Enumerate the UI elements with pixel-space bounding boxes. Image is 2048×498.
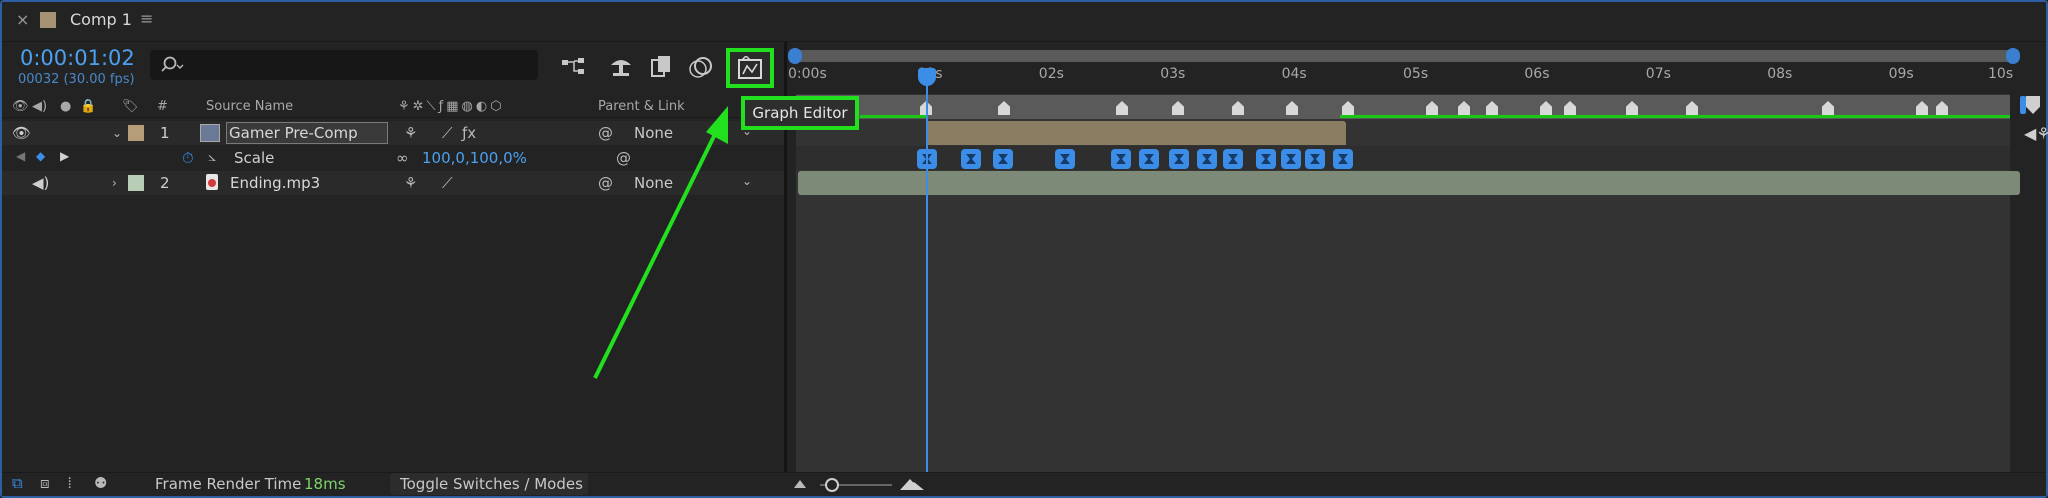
layer-index: 1 — [160, 124, 170, 142]
comp-color-swatch — [40, 12, 56, 28]
layer-name-text[interactable]: Ending.mp3 — [230, 174, 320, 192]
effects-switch-icon[interactable]: ƒx — [462, 124, 476, 142]
layer-number-header[interactable]: # — [157, 99, 168, 114]
layer-switches-toggle-icon[interactable]: ⧉ — [12, 474, 23, 492]
time-navigator-start-handle[interactable] — [788, 48, 802, 64]
in-out-toggle-icon[interactable]: ⦙ — [68, 474, 71, 492]
graph-toggle-icon[interactable]: ⦣ — [208, 149, 216, 165]
graph-editor-icon — [738, 56, 762, 79]
zoom-out-icon — [794, 480, 806, 488]
shy-indicator-icon[interactable]: ◀⚘ — [2024, 124, 2048, 143]
layer-duration-bar[interactable] — [926, 121, 1346, 145]
layer-label-color[interactable] — [128, 175, 144, 191]
constrain-proportions-icon[interactable]: ∞ — [396, 149, 409, 167]
layer-index: 2 — [160, 174, 170, 192]
stopwatch-icon[interactable]: ⏱ — [182, 149, 194, 167]
comp-tab-bar — [2, 2, 2046, 42]
keyframe-icon[interactable] — [1333, 149, 1353, 169]
frame-render-label: Frame Render Time — [155, 475, 302, 493]
keyframe-icon[interactable] — [961, 149, 981, 169]
next-keyframe-icon[interactable]: ▶ — [60, 149, 69, 163]
add-keyframe-icon[interactable]: ◆ — [36, 149, 45, 163]
ruler-tick-label: 10s — [1988, 66, 2014, 82]
layer-name-field[interactable]: Gamer Pre-Comp — [226, 122, 388, 144]
audio-file-icon — [206, 174, 218, 190]
work-area-line-right — [1340, 115, 2010, 118]
work-area-end-handle[interactable] — [2020, 96, 2026, 114]
visibility-column-icon[interactable]: 👁 — [12, 99, 29, 114]
composition-flowchart-icon[interactable] — [560, 56, 588, 78]
time-navigator-end-handle[interactable] — [2006, 48, 2020, 64]
ruler-tick-label: 03s — [1160, 66, 1186, 82]
frame-render-value: 18ms — [304, 475, 346, 493]
layer-name-text: Gamer Pre-Comp — [229, 124, 358, 142]
label-column-icon[interactable]: 🏷 — [122, 99, 139, 114]
layer-search-input[interactable] — [150, 50, 538, 80]
current-time-display[interactable]: 0:00:01:02 — [20, 46, 135, 70]
keyframe-icon[interactable] — [1111, 149, 1131, 169]
keyframe-icon[interactable] — [1055, 149, 1075, 169]
time-navigator-bar[interactable] — [790, 50, 2018, 62]
current-time-indicator-line[interactable] — [926, 72, 928, 472]
zoom-slider-thumb — [825, 478, 839, 492]
frame-count-display: 00032 (30.00 fps) — [18, 72, 135, 87]
keyframe-icon[interactable] — [1223, 149, 1243, 169]
ruler-tick-label: 0:00s — [788, 66, 827, 82]
render-time-toggle-icon[interactable]: ⚉ — [94, 474, 107, 492]
toggle-switches-modes-label: Toggle Switches / Modes — [400, 475, 583, 493]
keyframe-icon[interactable] — [1305, 149, 1325, 169]
search-icon — [161, 56, 184, 72]
keyframe-icon[interactable] — [1169, 149, 1189, 169]
switches-header-icons: ⚘✲⟍ƒ▦◍◐⬡ — [398, 99, 505, 114]
expand-chevron-icon[interactable]: ⌄ — [112, 126, 122, 140]
scale-value[interactable]: 100,0,100,0% — [422, 149, 527, 167]
solo-column-icon[interactable]: ● — [60, 99, 71, 114]
close-tab-icon[interactable]: × — [16, 10, 29, 29]
expand-chevron-icon[interactable]: › — [112, 176, 117, 190]
ruler-tick-label: 08s — [1767, 66, 1793, 82]
shy-switch-icon[interactable]: ⚘ — [404, 174, 417, 192]
quality-switch-icon[interactable]: ⟋ — [442, 174, 453, 192]
ruler-tick-label: 05s — [1403, 66, 1429, 82]
ruler-tick-label: 07s — [1645, 66, 1671, 82]
keyframe-icon[interactable] — [1139, 149, 1159, 169]
zoom-slider[interactable] — [792, 476, 932, 494]
ruler-tick-label: 09s — [1888, 66, 1914, 82]
ruler-tick-label: 06s — [1524, 66, 1550, 82]
graph-editor-button[interactable] — [726, 48, 774, 88]
motion-blur-icon[interactable] — [688, 54, 714, 80]
audio-column-icon[interactable]: ◀) — [32, 99, 47, 114]
quality-switch-icon[interactable]: ⟋ — [442, 124, 453, 142]
keyframe-icon[interactable] — [1197, 149, 1217, 169]
current-time-indicator-head[interactable] — [918, 68, 936, 86]
transfer-controls-toggle-icon[interactable]: ⧈ — [40, 474, 50, 492]
shy-switch-icon[interactable]: ⚘ — [404, 124, 417, 142]
draft-3d-icon[interactable] — [608, 55, 634, 79]
timeline-right-strip — [2020, 94, 2046, 472]
comp-tab-title[interactable]: Comp 1 — [70, 10, 132, 29]
panel-menu-icon[interactable]: ≡ — [140, 9, 153, 28]
keyframe-icon[interactable] — [1256, 149, 1276, 169]
source-name-header[interactable]: Source Name — [206, 99, 293, 114]
ruler-tick-label: 02s — [1038, 66, 1064, 82]
frame-blending-icon[interactable] — [650, 54, 674, 80]
ruler-tick-label: 04s — [1281, 66, 1307, 82]
graph-editor-tooltip: Graph Editor — [741, 96, 859, 130]
work-area-line-left — [860, 115, 926, 118]
keyframe-icon[interactable] — [993, 149, 1013, 169]
prev-keyframe-icon[interactable]: ◀ — [16, 149, 25, 163]
keyframe-icon[interactable] — [1281, 149, 1301, 169]
lock-column-icon[interactable]: 🔒 — [80, 99, 96, 114]
precomp-icon — [200, 124, 220, 142]
property-name[interactable]: Scale — [234, 149, 274, 167]
audio-duration-bar[interactable] — [798, 171, 2020, 195]
layer-label-color[interactable] — [128, 125, 144, 141]
audio-speaker-icon[interactable]: ◀) — [32, 174, 49, 192]
annotation-arrow — [593, 106, 728, 379]
visibility-eye-icon[interactable]: 👁 — [12, 124, 31, 142]
